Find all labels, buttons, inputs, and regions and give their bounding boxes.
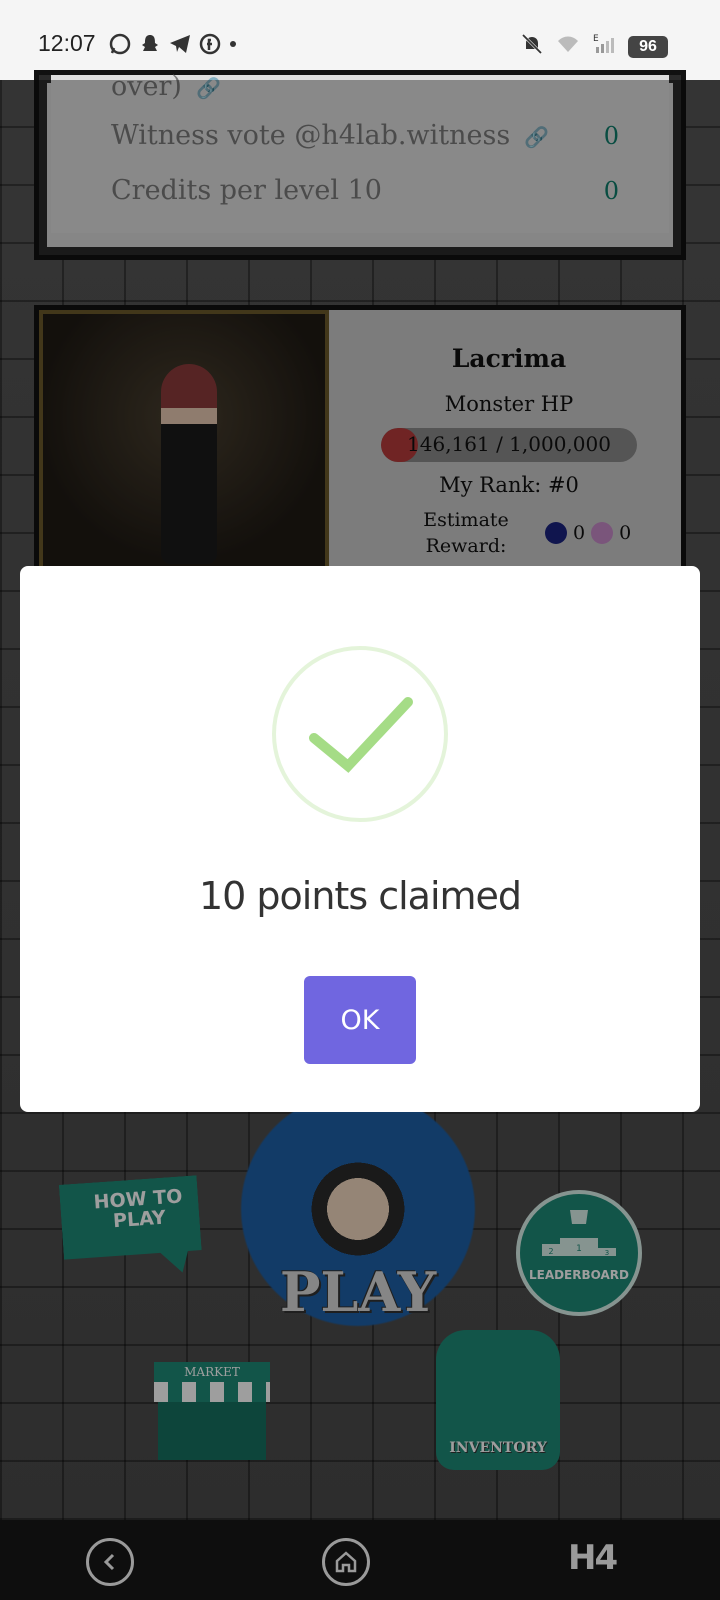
home-icon	[335, 1551, 357, 1573]
facebook-icon	[199, 33, 221, 55]
telegram-icon	[170, 35, 190, 53]
notification-icons	[108, 32, 238, 56]
dialog-title: 10 points claimed	[198, 874, 522, 918]
more-notifications-dot-icon	[230, 41, 236, 47]
status-right-icons: E	[520, 32, 616, 56]
navigation-bar: H4	[0, 1520, 720, 1600]
success-dialog: 10 points claimed OK	[20, 566, 700, 1112]
mute-bell-icon	[521, 33, 543, 55]
h4-app-logo[interactable]: H4	[568, 1538, 618, 1578]
snapchat-icon	[142, 35, 158, 51]
wifi-icon	[558, 36, 578, 52]
status-bar: 12:07 E 96	[0, 0, 720, 80]
battery-indicator: 96	[628, 36, 668, 58]
signal-icon: E	[593, 34, 614, 53]
chevron-left-icon	[103, 1553, 115, 1571]
success-icon	[272, 646, 448, 822]
home-button[interactable]	[322, 1538, 370, 1586]
network-type: E	[593, 34, 599, 44]
ok-button[interactable]: OK	[304, 976, 416, 1064]
checkmark-icon	[309, 697, 413, 773]
whatsapp-icon	[109, 33, 131, 55]
status-time: 12:07	[38, 30, 96, 56]
back-button[interactable]	[86, 1538, 134, 1586]
